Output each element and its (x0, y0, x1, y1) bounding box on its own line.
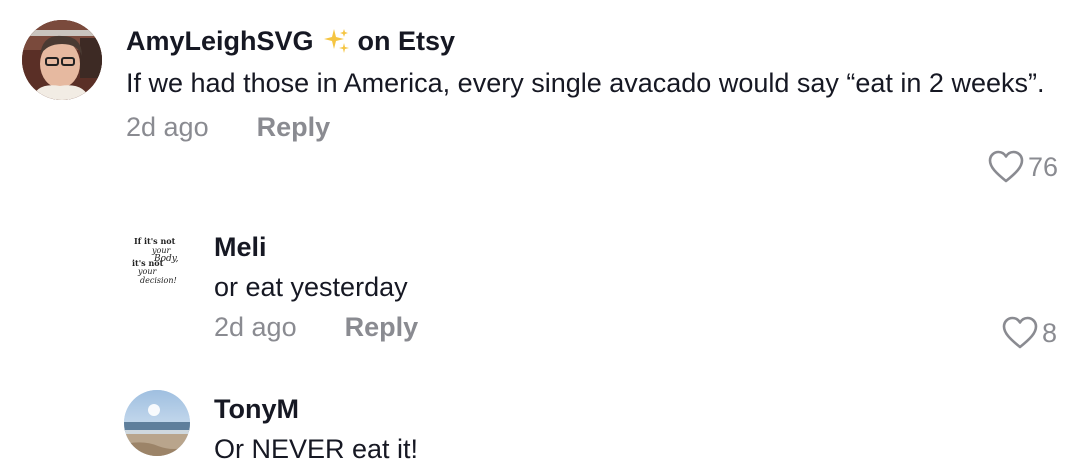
comment-time: 2d ago (214, 312, 297, 342)
comment-text: If we had those in America, every single… (126, 68, 1045, 98)
username-label[interactable]: AmyLeighSVG (126, 24, 314, 58)
svg-text:If it's not: If it's not (134, 236, 176, 246)
avatar-image: If it's not your Body, it's not your dec… (124, 228, 190, 294)
comment-username[interactable]: TonyM (214, 392, 1054, 426)
like-button[interactable]: 76 (988, 150, 1058, 184)
comment-text: or eat yesterday (214, 272, 408, 302)
comment-reply-item: If it's not your Body, it's not your dec… (124, 228, 1064, 343)
comment-item: AmyLeighSVG on Etsy If we had those in A… (22, 20, 1062, 143)
heart-icon (988, 150, 1024, 183)
reply-button[interactable]: Reply (257, 112, 331, 143)
username-suffix: on Etsy (357, 26, 456, 56)
avatar-image (22, 20, 102, 100)
avatar[interactable]: If it's not your Body, it's not your dec… (124, 228, 190, 294)
like-count: 76 (1028, 151, 1059, 182)
comment-username[interactable]: Meli (214, 230, 1054, 264)
avatar-image (124, 390, 190, 456)
reply-button[interactable]: Reply (345, 312, 419, 343)
avatar[interactable] (124, 390, 190, 456)
svg-text:decision!: decision! (140, 276, 177, 285)
comment-text: Or NEVER eat it! (214, 434, 419, 464)
heart-icon (1002, 316, 1038, 349)
comment-reply-item: TonyM Or NEVER eat it! (124, 390, 1064, 470)
comment-username[interactable]: AmyLeighSVG on Etsy (126, 24, 1062, 58)
comment-time: 2d ago (126, 112, 209, 142)
sparkles-icon (322, 27, 350, 55)
svg-text:your: your (137, 267, 157, 276)
like-button[interactable]: 8 (1002, 316, 1057, 350)
avatar[interactable] (22, 20, 102, 100)
like-count: 8 (1042, 317, 1058, 348)
